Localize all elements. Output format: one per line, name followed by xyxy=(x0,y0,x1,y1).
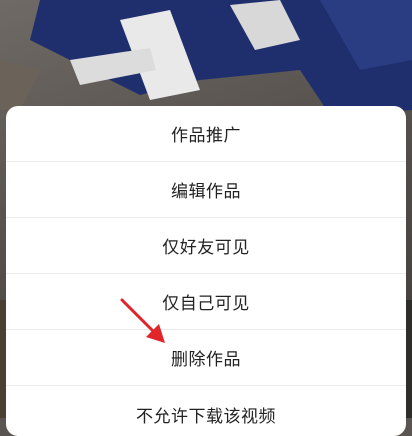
action-sheet: 作品推广 编辑作品 仅好友可见 仅自己可见 删除作品 不允许下载该视频 xyxy=(6,106,406,436)
delete-work-option[interactable]: 删除作品 xyxy=(6,330,406,386)
friends-only-option[interactable]: 仅好友可见 xyxy=(6,218,406,274)
only-me-option[interactable]: 仅自己可见 xyxy=(6,274,406,330)
disallow-download-option[interactable]: 不允许下载该视频 xyxy=(6,386,406,436)
edit-work-option[interactable]: 编辑作品 xyxy=(6,162,406,218)
promote-work-option[interactable]: 作品推广 xyxy=(6,106,406,162)
